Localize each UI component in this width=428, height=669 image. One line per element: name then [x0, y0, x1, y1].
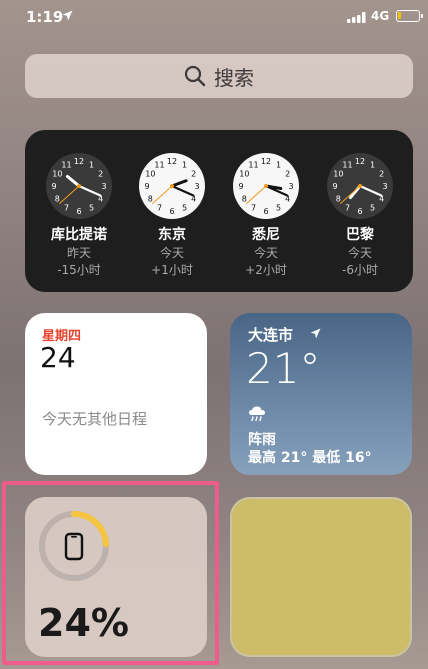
location-arrow-icon	[310, 328, 321, 339]
analog-clock-face: 1234567891011 12	[327, 153, 393, 219]
svg-text:9: 9	[144, 182, 149, 191]
svg-text:3: 3	[288, 182, 293, 191]
clock-offset: +2小时	[245, 263, 287, 277]
clock-city: 东京	[158, 227, 186, 243]
svg-text:3: 3	[382, 182, 387, 191]
svg-text:3: 3	[194, 182, 199, 191]
battery-icon	[396, 10, 420, 22]
status-time: 1:19	[26, 8, 64, 26]
analog-clock-face: 1234567891011 12	[139, 153, 205, 219]
search-bar[interactable]: 搜索	[25, 54, 413, 98]
svg-text:7: 7	[345, 204, 350, 213]
status-bar: 1:19 4G	[0, 0, 428, 34]
svg-text:2: 2	[285, 170, 290, 179]
svg-text:9: 9	[238, 182, 243, 191]
svg-text:6: 6	[169, 207, 174, 216]
world-clock-item: 1 2 3 4 5 6 7 8 9 10 11 12 巴黎 今天 -6小时	[323, 152, 397, 278]
svg-text:11: 11	[342, 160, 352, 169]
world-clock-item: 1 2 3 4 5 6 7 8 9 10 11 12 悉尼 今天 +2小时	[229, 152, 303, 278]
svg-text:11: 11	[154, 160, 164, 169]
svg-text:9: 9	[51, 182, 56, 191]
clock-city: 巴黎	[346, 227, 374, 243]
svg-text:11: 11	[248, 160, 258, 169]
world-clock-item: 1 2 3 4 5 6 7 8 9 10 11 12 东京 今天 +1小时	[135, 152, 209, 278]
highlight-frame	[2, 481, 219, 665]
svg-text:10: 10	[52, 170, 62, 179]
svg-text:11: 11	[61, 160, 71, 169]
svg-text:8: 8	[336, 195, 341, 204]
clock-day: 今天	[253, 246, 278, 260]
svg-text:10: 10	[239, 170, 249, 179]
svg-text:5: 5	[182, 204, 187, 213]
location-arrow-icon	[62, 10, 73, 21]
svg-text:2: 2	[191, 170, 196, 179]
svg-text:12: 12	[167, 157, 177, 166]
svg-text:1: 1	[182, 160, 187, 169]
svg-text:10: 10	[333, 170, 343, 179]
clock-city: 库比提诺	[51, 227, 107, 243]
svg-text:2: 2	[98, 170, 103, 179]
weather-city: 大连市	[248, 326, 294, 344]
world-clock-item: 1 2 3 4 5 6 7 8 9 10 11 12 库比提诺 昨天 -15小时	[42, 152, 116, 278]
svg-text:1: 1	[370, 160, 375, 169]
svg-text:8: 8	[55, 195, 60, 204]
weather-temperature: 21°	[246, 344, 321, 393]
calendar-date: 24	[40, 341, 76, 374]
svg-text:6: 6	[357, 207, 362, 216]
svg-text:5: 5	[276, 204, 281, 213]
svg-text:12: 12	[261, 157, 271, 166]
svg-text:7: 7	[64, 204, 69, 213]
clock-offset: -15小时	[57, 263, 101, 277]
clock-city: 悉尼	[252, 227, 280, 243]
svg-text:1: 1	[89, 160, 94, 169]
photo-widget-border	[230, 497, 412, 657]
svg-text:5: 5	[89, 204, 94, 213]
svg-text:2: 2	[379, 170, 384, 179]
svg-text:7: 7	[157, 204, 162, 213]
weather-widget[interactable]: 大连市 21° 阵雨 最高 21° 最低 16°	[230, 313, 412, 475]
network-type: 4G	[371, 9, 390, 23]
analog-clock-face: 1234567891011 12	[46, 153, 112, 219]
cellular-signal-icon	[347, 12, 366, 23]
world-clock-widget[interactable]: 1 2 3 4 5 6 7 8 9 10 11 12 库比提诺 昨天 -15小时 1 2 3 4 5 6 7 8 9 10 11 1…	[25, 130, 413, 292]
clock-day: 昨天	[66, 246, 91, 260]
battery-nub	[421, 14, 423, 18]
calendar-events-text: 今天无其他日程	[42, 410, 148, 428]
svg-text:12: 12	[74, 157, 84, 166]
svg-text:9: 9	[332, 182, 337, 191]
svg-text:7: 7	[251, 204, 256, 213]
svg-text:10: 10	[145, 170, 155, 179]
clock-day: 今天	[347, 246, 372, 260]
svg-text:3: 3	[101, 182, 106, 191]
search-icon	[184, 65, 206, 87]
svg-text:8: 8	[148, 195, 153, 204]
svg-text:8: 8	[242, 195, 247, 204]
clock-day: 今天	[159, 246, 184, 260]
weather-range: 最高 21° 最低 16°	[248, 450, 372, 466]
clock-offset: +1小时	[151, 263, 193, 277]
svg-text:1: 1	[276, 160, 281, 169]
clock-offset: -6小时	[342, 263, 378, 277]
svg-text:12: 12	[355, 157, 365, 166]
svg-text:6: 6	[76, 207, 81, 216]
analog-clock-face: 1234567891011 12	[233, 153, 299, 219]
svg-text:6: 6	[263, 207, 268, 216]
weather-condition: 阵雨	[248, 432, 276, 448]
svg-text:5: 5	[370, 204, 375, 213]
battery-fill	[398, 12, 401, 19]
search-label: 搜索	[214, 65, 254, 90]
rain-cloud-icon	[249, 406, 265, 422]
calendar-widget[interactable]: 星期四 24 今天无其他日程	[25, 313, 207, 475]
